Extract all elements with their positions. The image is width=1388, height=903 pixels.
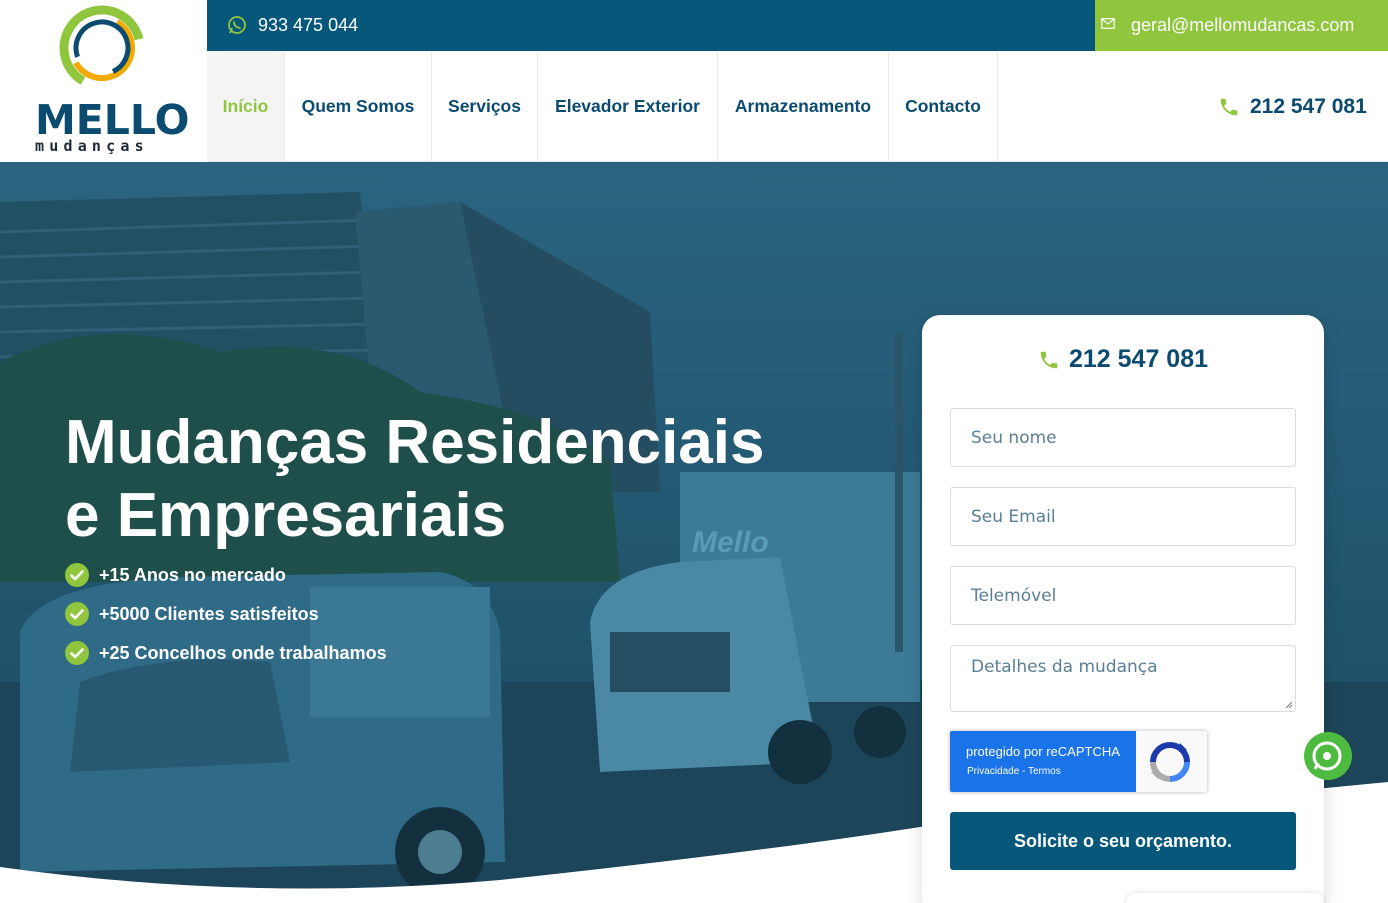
hero-title: Mudanças Residenciais e Empresariais: [65, 406, 825, 552]
nav-item-quem-somos[interactable]: Quem Somos: [285, 51, 432, 161]
nav-phone-number: 212 547 081: [1250, 95, 1367, 118]
list-item: +15 Anos no mercado: [65, 562, 286, 588]
check-circle-icon: [65, 641, 89, 665]
name-field[interactable]: Seu nome: [950, 408, 1296, 467]
envelope-icon: [1101, 18, 1115, 29]
top-contact-bar: 933 475 044: [207, 0, 1095, 51]
resize-handle-icon[interactable]: [1285, 701, 1293, 709]
whatsapp-phone-link[interactable]: 933 475 044: [258, 14, 358, 36]
logo-tagline: mudanças: [35, 137, 149, 155]
details-textarea[interactable]: Detalhes da mudança: [950, 645, 1296, 712]
list-item: +25 Concelhos onde trabalhamos: [65, 640, 387, 666]
hero-title-line-1: Mudanças Residenciais: [65, 408, 765, 477]
feature-text: +25 Concelhos onde trabalhamos: [99, 642, 387, 663]
submit-quote-button[interactable]: Solicite o seu orçamento.: [950, 812, 1296, 870]
list-item: +5000 Clientes satisfeitos: [65, 601, 319, 627]
quote-form-card: 212 547 081 Seu nome Seu Email Telemóvel…: [922, 315, 1324, 903]
logo[interactable]: MELLO mudanças: [0, 0, 207, 162]
email-link[interactable]: geral@mellomudancas.com: [1131, 14, 1354, 36]
whatsapp-icon: [228, 16, 246, 34]
recaptcha-label: protegido por reCAPTCHA: [966, 744, 1120, 759]
hero-title-line-2: e Empresariais: [65, 481, 507, 550]
recaptcha-info-panel: protegido por reCAPTCHA Privacidade - Te…: [950, 731, 1136, 792]
check-circle-icon: [65, 602, 89, 626]
feature-text: +5000 Clientes satisfeitos: [99, 603, 319, 624]
email-bar: geral@mellomudancas.com: [1095, 0, 1388, 51]
details-placeholder: Detalhes da mudança: [971, 657, 1158, 677]
phone-icon: [1040, 351, 1058, 368]
main-nav: Início Quem Somos Serviços Elevador Exte…: [207, 51, 1388, 162]
nav-phone-link[interactable]: 212 547 081: [1218, 94, 1367, 120]
recaptcha-badge[interactable]: protegido por reCAPTCHA Privacidade - Te…: [950, 731, 1207, 792]
check-circle-icon: [65, 563, 89, 587]
nav-item-armazenamento[interactable]: Armazenamento: [718, 51, 889, 161]
logo-wordmark: MELLO: [35, 96, 190, 144]
whatsapp-float-button[interactable]: [1300, 728, 1352, 784]
email-field[interactable]: Seu Email: [950, 487, 1296, 546]
nav-item-servicos[interactable]: Serviços: [432, 51, 538, 161]
feature-text: +15 Anos no mercado: [99, 564, 286, 585]
card-phone-number: 212 547 081: [1068, 345, 1209, 373]
phone-icon: [1220, 98, 1238, 116]
nav-item-elevador-exterior[interactable]: Elevador Exterior: [538, 51, 718, 161]
telemovel-field[interactable]: Telemóvel: [950, 566, 1296, 625]
logo-mark-icon: [59, 5, 145, 91]
nav-item-contacto[interactable]: Contacto: [889, 51, 998, 161]
card-phone-link[interactable]: 212 547 081: [922, 345, 1324, 374]
floating-widget-tab[interactable]: [1126, 893, 1324, 903]
recaptcha-links[interactable]: Privacidade - Termos: [967, 766, 1061, 777]
nav-item-inicio[interactable]: Início: [207, 51, 285, 161]
recaptcha-icon: [1150, 742, 1190, 782]
